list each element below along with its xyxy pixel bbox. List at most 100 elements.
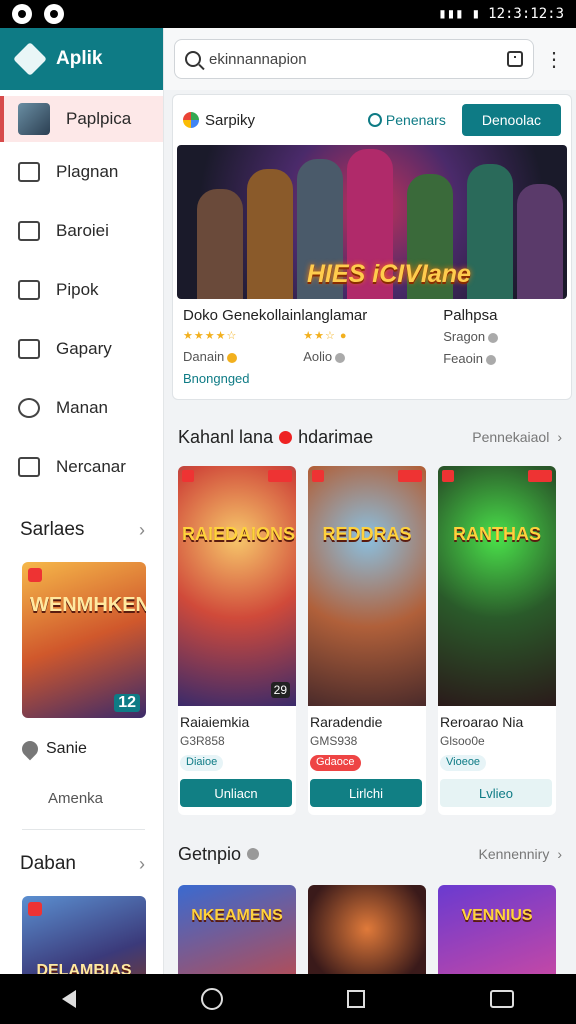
section-header: Getnpio Kennenniry › [164, 841, 576, 867]
game-art: REDDRAS [308, 466, 426, 706]
game-chip: Diaioe [180, 755, 224, 771]
sidebar-item-pipok[interactable]: Pipok [0, 260, 163, 319]
signal-icon: ▮▮▮ [438, 6, 464, 22]
notification-icon [12, 4, 32, 24]
home-button-icon[interactable] [200, 988, 223, 1010]
chevron-right-icon: › [139, 519, 145, 540]
chevron-right-icon: › [139, 853, 145, 874]
sidebar-item-manan[interactable]: Manan [0, 378, 163, 437]
more-options-icon[interactable]: ⋮ [542, 47, 566, 72]
game-card[interactable]: REDDRAS Raradendie GMS938 Gdaoce Lirlchi [308, 466, 426, 815]
sidebar-item-baroiei[interactable]: Baroiei [0, 201, 163, 260]
hero-figure [197, 189, 243, 299]
sidebar: Aplik Paplpica Plagnan Baroiei Pipok Gap… [0, 28, 164, 1000]
game-art: RAIEDAIONS 29 [178, 466, 296, 706]
featured-link[interactable]: Penenars [368, 112, 446, 128]
keyboard-icon[interactable] [489, 990, 514, 1008]
rating-stars: ★★☆ ● [303, 330, 348, 342]
install-button[interactable]: Lvlieo [440, 779, 552, 807]
hero-figure [247, 169, 293, 299]
game-badge: 12 [114, 694, 140, 712]
divider [22, 829, 145, 830]
system-nav-bar [0, 974, 576, 1024]
featured-col-meta: Sragon [443, 329, 563, 351]
sidebar-item-label: Pipok [56, 279, 99, 299]
back-icon[interactable] [62, 990, 77, 1008]
location-pin-icon [18, 737, 42, 761]
hero-figure [467, 164, 513, 299]
sidebar-item-gapary[interactable]: Gapary [0, 319, 163, 378]
sidebar-item-paplpica[interactable]: Paplpica [0, 96, 163, 142]
featured-details: Doko Genekollainlanglamar ★★★★☆ Danain B… [173, 299, 571, 386]
sidebar-section-daban[interactable]: Daban › [0, 844, 163, 884]
sidebar-item-label: Paplpica [66, 109, 132, 128]
game-meta: G3R858 [180, 734, 225, 748]
record-icon [182, 470, 194, 482]
sidebar-section-sarlaes[interactable]: Sarlaes › [0, 510, 163, 550]
game-card-row: NKEAMENS VENNIUS [164, 885, 576, 974]
section-title: Daban [20, 853, 76, 874]
section-more-link[interactable]: Pennekaiaol › [472, 429, 562, 445]
chevron-right-icon: › [557, 846, 562, 862]
search-text: ekinnannapion [209, 50, 307, 68]
tag-badge [268, 470, 292, 482]
notification-icon [44, 4, 64, 24]
search-icon [185, 51, 201, 67]
featured-action-button[interactable]: Denoolac [461, 104, 561, 136]
tag-badge [528, 470, 552, 482]
scan-icon[interactable] [507, 51, 523, 67]
featured-col-meta: Feaoin [443, 351, 563, 373]
sidebar-location[interactable]: Sanie [0, 737, 163, 761]
featured-col[interactable]: ★★☆ ● Aolio [303, 307, 443, 386]
game-name: Raradendie [310, 714, 383, 730]
game-meta: Glsoo0e [440, 734, 485, 748]
game-card[interactable]: NKEAMENS [178, 885, 296, 974]
install-button[interactable]: Unliacn [180, 779, 292, 807]
top-bar: ekinnannapion ⋮ [164, 28, 576, 90]
featured-col-title: Palhpsa [443, 307, 498, 324]
game-card[interactable]: VENNIUS [438, 885, 556, 974]
house-icon [18, 456, 40, 477]
install-button[interactable]: Lirlchi [310, 779, 422, 807]
google-icon [183, 112, 199, 128]
game-chip: Gdaoce [310, 755, 361, 771]
game-card[interactable]: RANTHAS Reroarao Nia Glsoo0e Vioeoe Lvli… [438, 466, 556, 815]
clock: 12:3:12:3 [488, 6, 564, 22]
section-title: Sarlaes [20, 519, 85, 540]
app-name: Aplik [56, 48, 103, 69]
featured-header-title: Sarpiky [205, 111, 256, 129]
sidebar-item-label: Baroiei [56, 220, 109, 240]
game-chip: Vioeoe [440, 755, 487, 771]
battery-icon: ▮ [471, 6, 481, 22]
sidebar-item-label: Gapary [56, 338, 112, 358]
store-icon [18, 220, 40, 241]
featured-col[interactable]: Palhpsa Sragon Feaoin [443, 307, 563, 386]
section-more-link[interactable]: Kennenniry › [479, 846, 563, 862]
sidebar-item-label: Nercanar [56, 456, 126, 476]
game-card[interactable] [308, 885, 426, 974]
section-title: Kahanl lana hdarimae [178, 426, 374, 447]
record-icon [442, 470, 454, 482]
featured-hero-image[interactable]: HIES iCIVIane [177, 145, 567, 299]
game-name: Reroarao Nia [440, 714, 524, 730]
search-input[interactable]: ekinnannapion [174, 39, 534, 79]
record-icon [28, 902, 42, 916]
app-brand[interactable]: Aplik [0, 28, 163, 90]
calendar-icon [18, 279, 40, 300]
search-icon [18, 397, 40, 418]
avatar-icon [18, 103, 50, 135]
sidebar-item-plagnan[interactable]: Plagnan [0, 142, 163, 201]
live-dot-icon [279, 430, 293, 444]
chevron-right-icon: › [557, 429, 562, 445]
sidebar-item-nercanar[interactable]: Nercanar [0, 437, 163, 496]
sidebar-game-card[interactable]: WENMHKEN 12 [22, 562, 146, 718]
game-card[interactable]: RAIEDAIONS 29 Raiaiemkia G3R858 Diaioe U… [178, 466, 296, 815]
featured-col-meta: Aolio [303, 349, 443, 371]
tag-badge [398, 470, 422, 482]
main-content: ekinnannapion ⋮ Sarpiky Penenars Denoola… [164, 28, 576, 974]
grid-icon [18, 161, 40, 182]
recents-icon[interactable] [347, 990, 366, 1008]
hero-title: HIES iCIVIane [307, 260, 471, 288]
sidebar-item-label: Manan [56, 397, 108, 417]
home-icon [18, 338, 40, 359]
